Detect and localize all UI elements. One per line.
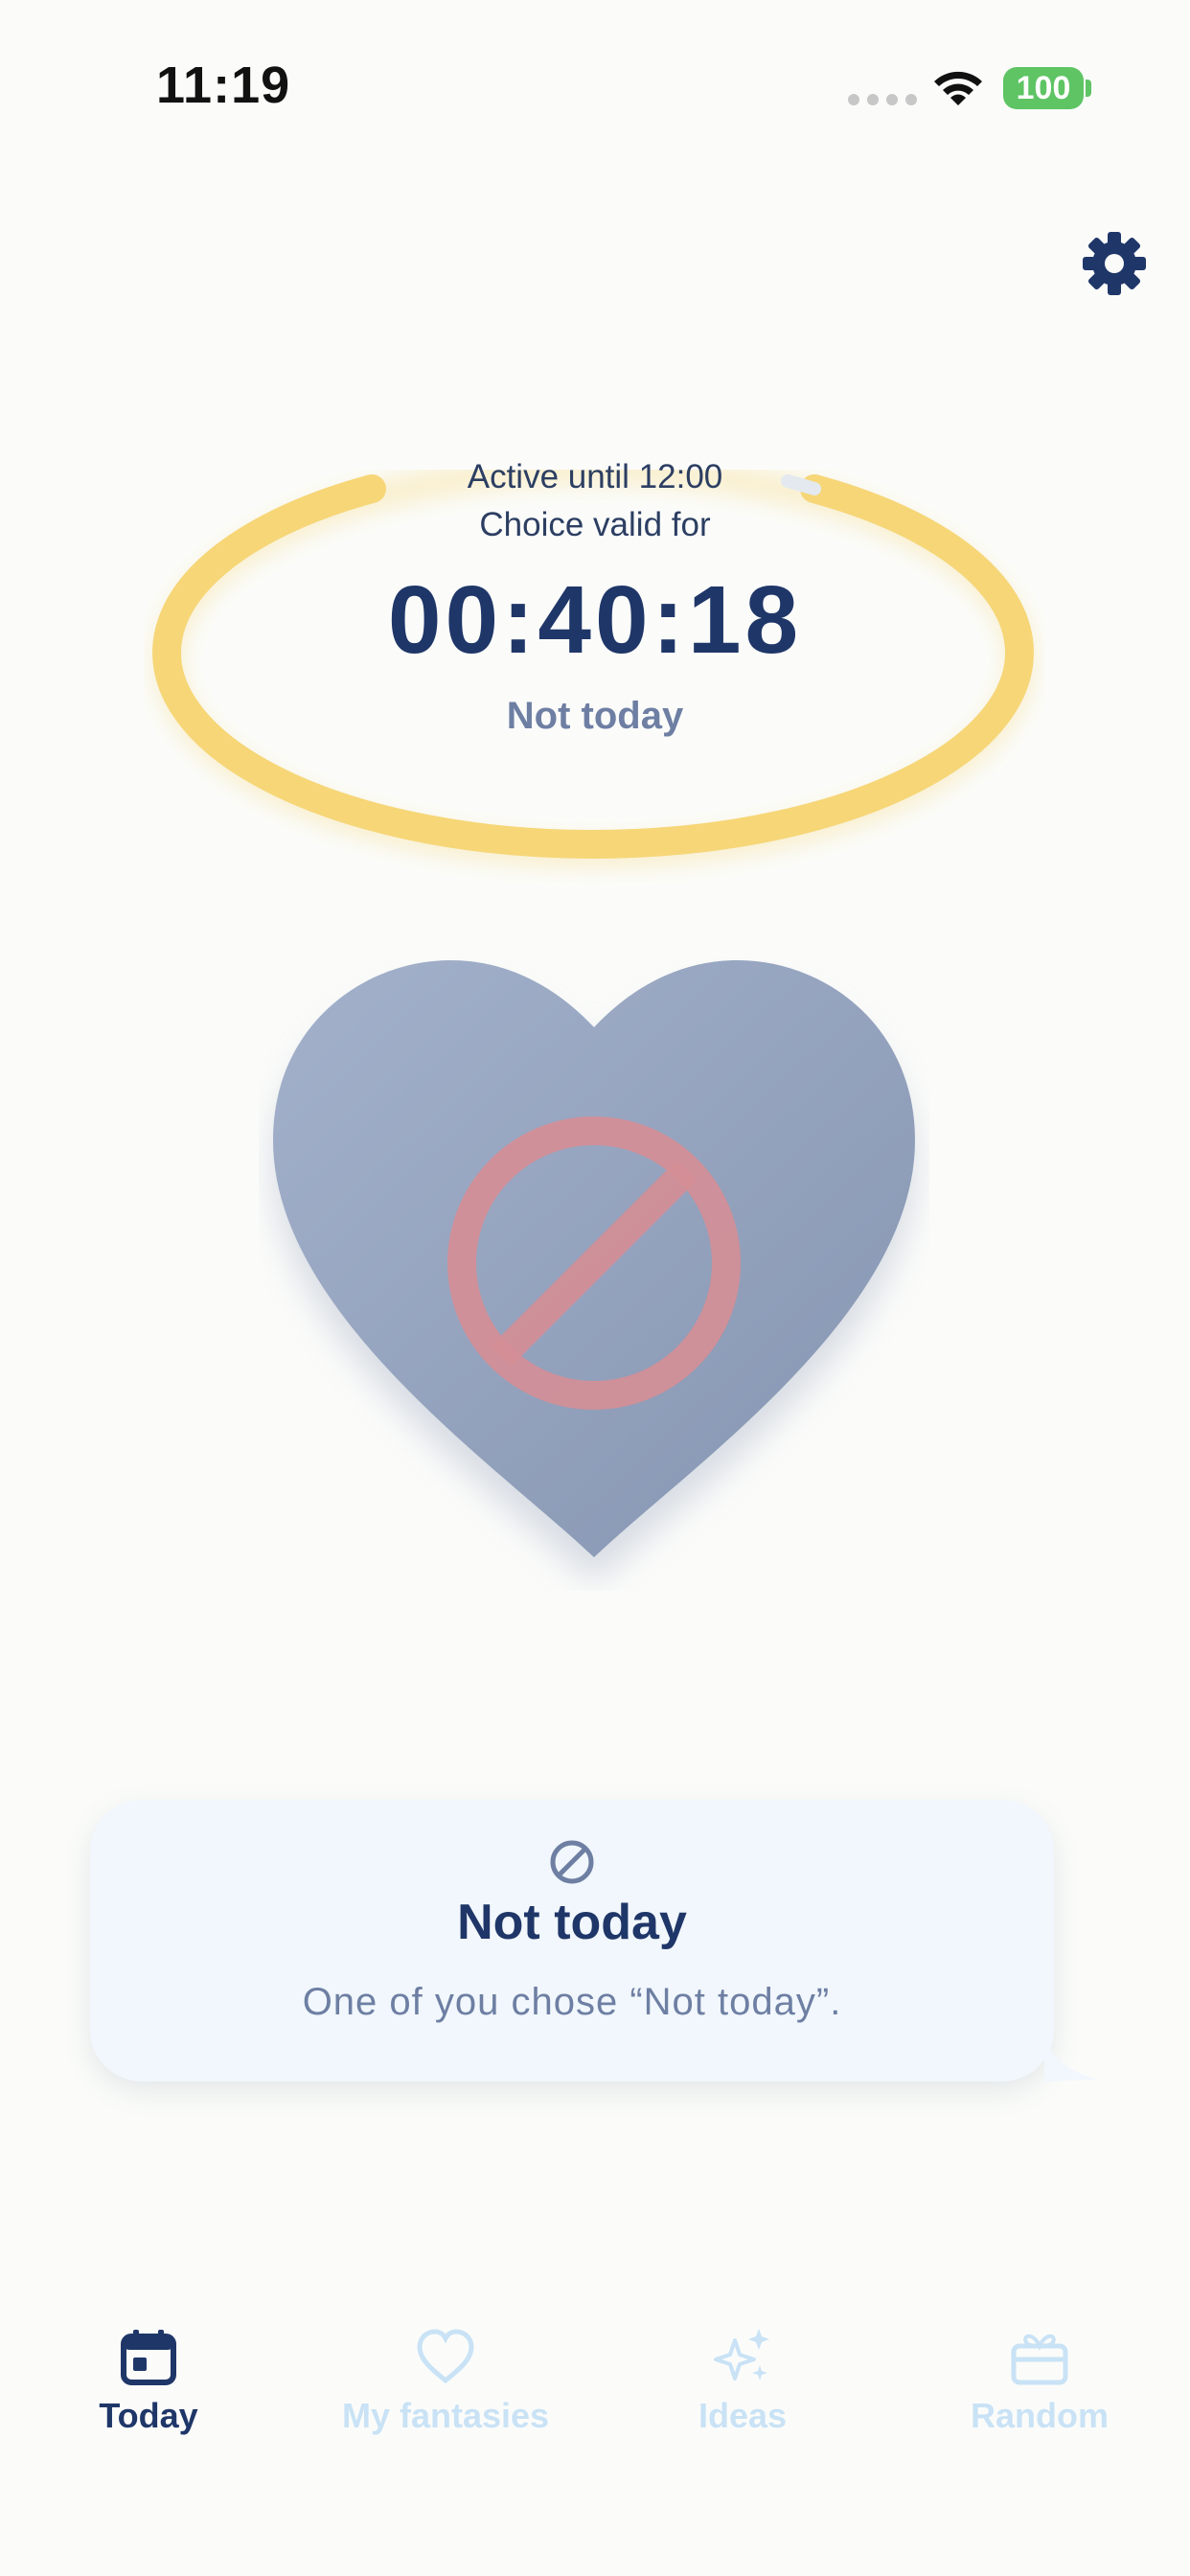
calendar-icon xyxy=(121,2330,176,2385)
gear-icon[interactable] xyxy=(1081,230,1148,297)
gift-icon xyxy=(1011,2334,1068,2385)
heart-not-today-icon[interactable] xyxy=(259,958,929,1591)
countdown-timer: 00:40:18 xyxy=(387,566,803,674)
sparkles-icon xyxy=(714,2329,769,2380)
heart-outline-icon xyxy=(417,2329,474,2384)
card-tail xyxy=(1044,2032,1098,2082)
tab-bar: Today My fantasies Ideas Random xyxy=(0,2300,1190,2492)
tab-label-today: Today xyxy=(99,2396,198,2435)
card-text: One of you chose “Not today”. xyxy=(302,1981,842,2023)
battery-tip xyxy=(1086,80,1091,97)
ring-status-label: Not today xyxy=(506,695,684,737)
prohibited-small-icon xyxy=(550,1840,594,1884)
active-until-label: Active until 12:00 xyxy=(467,458,723,495)
choice-valid-label: Choice valid for xyxy=(479,506,711,543)
tab-label-my-fantasies: My fantasies xyxy=(341,2396,550,2435)
tab-label-random: Random xyxy=(971,2396,1109,2435)
battery-indicator: 100 xyxy=(1003,67,1084,109)
card-title: Not today xyxy=(457,1895,687,1950)
tab-label-ideas: Ideas xyxy=(698,2396,788,2435)
cellular-signal-icon xyxy=(848,94,917,105)
wifi-icon xyxy=(934,71,982,105)
status-time: 11:19 xyxy=(156,57,291,114)
